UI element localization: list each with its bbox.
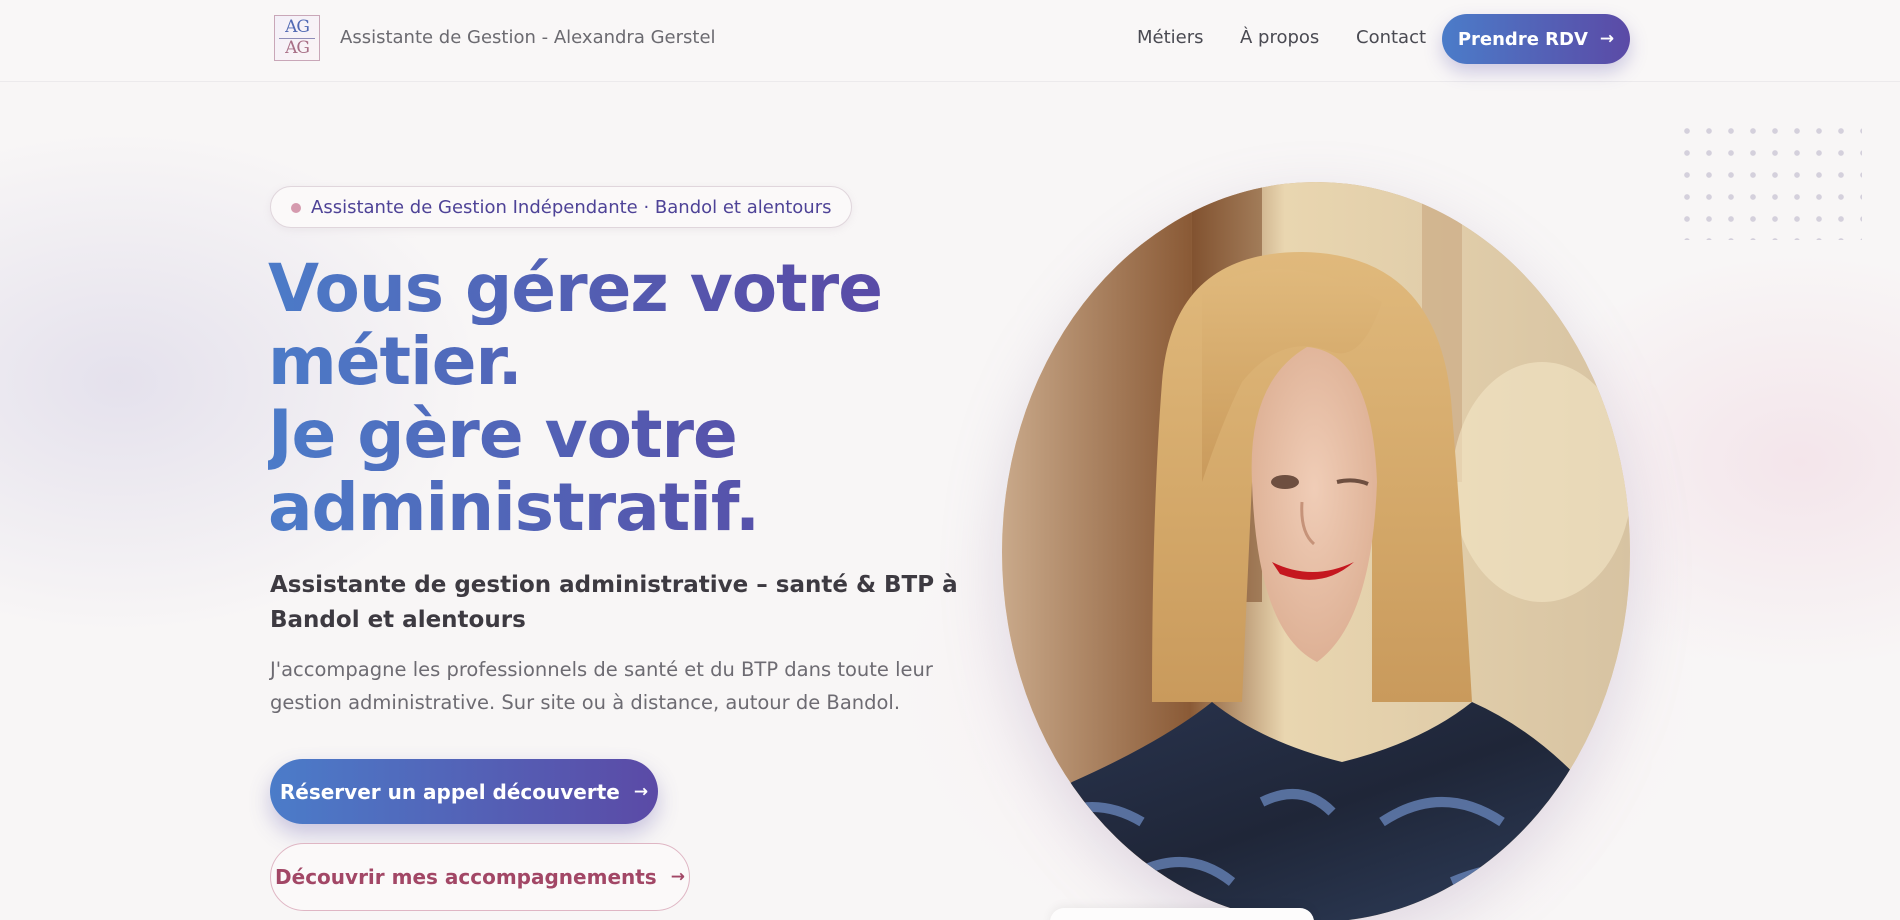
hero-badge: Assistante de Gestion Indépendante · Ban… xyxy=(270,186,853,228)
hero-subtitle: Assistante de gestion administrative – s… xyxy=(270,572,958,633)
book-discovery-call-button[interactable]: Réserver un appel découverte → xyxy=(270,759,658,824)
logo-monogram-top: AG xyxy=(285,17,310,37)
arrow-right-icon: → xyxy=(1599,29,1615,49)
portrait-photo xyxy=(1002,182,1630,920)
hero-description: J'accompagne les professionnels de santé… xyxy=(270,658,933,714)
headline-line-3: Je gère votre xyxy=(268,398,1008,471)
book-appointment-button[interactable]: Prendre RDV → xyxy=(1442,14,1630,64)
brand-logo[interactable]: AG AG xyxy=(274,15,320,61)
headline-line-1: Vous gérez votre xyxy=(268,252,1008,325)
arrow-right-icon: → xyxy=(633,781,649,802)
hero-badge-text: Assistante de Gestion Indépendante · Ban… xyxy=(311,196,832,218)
nav-link-apropos[interactable]: À propos xyxy=(1240,27,1319,48)
nav-link-metiers[interactable]: Métiers xyxy=(1137,27,1204,48)
headline-line-2: métier. xyxy=(268,325,1008,398)
book-appointment-label: Prendre RDV xyxy=(1457,28,1588,50)
logo-monogram-bottom: AG xyxy=(285,38,310,58)
badge-dot-icon xyxy=(291,203,301,213)
portrait-illustration xyxy=(1002,182,1630,920)
site-header: AG AG Assistante de Gestion - Alexandra … xyxy=(0,0,1900,82)
headline-line-4: administratif. xyxy=(268,471,1008,544)
discover-services-label: Découvrir mes accompagnements xyxy=(275,865,657,889)
nav-link-contact[interactable]: Contact xyxy=(1356,27,1426,48)
book-discovery-call-label: Réserver un appel découverte xyxy=(279,779,620,804)
dot-grid-decoration xyxy=(1676,120,1862,240)
portrait-caption-card xyxy=(1050,908,1314,920)
hero-headline: Vous gérez votre métier. Je gère votre a… xyxy=(268,252,1008,544)
brand-name[interactable]: Assistante de Gestion - Alexandra Gerste… xyxy=(340,27,716,48)
discover-services-button[interactable]: Découvrir mes accompagnements → xyxy=(270,843,690,911)
arrow-right-icon: → xyxy=(670,867,685,887)
